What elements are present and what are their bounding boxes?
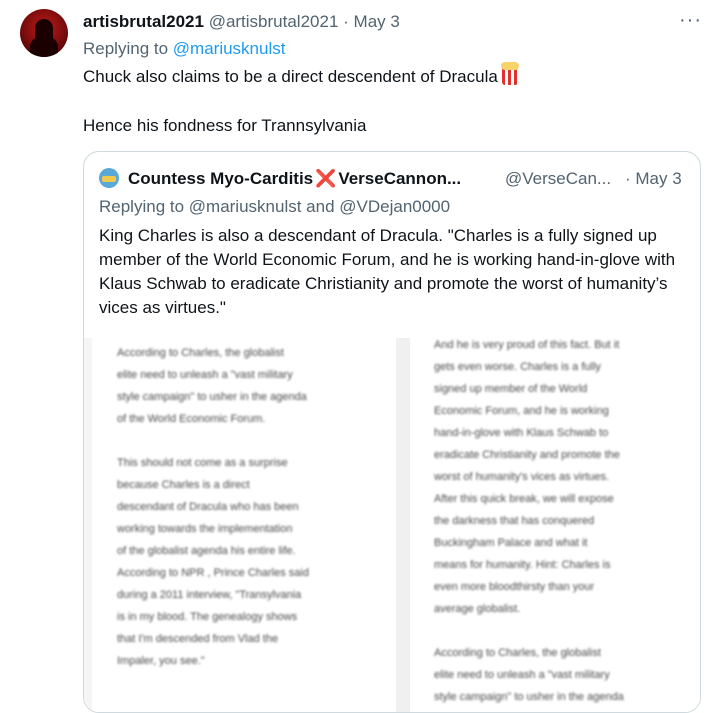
author-handle[interactable]: @artisbrutal2021 [209, 12, 339, 31]
media-left-line: According to NPR , Prince Charles said [117, 567, 309, 579]
header-separator: · [343, 12, 349, 31]
quoted-tweet[interactable]: Countess Myo-Carditis ❌ VerseCannon... @Ve… [83, 151, 701, 713]
media-left-line: of the World Economic Forum. [117, 413, 266, 425]
media-right-line: the darkness that has conquered [434, 515, 595, 527]
media-left-line: This should not come as a surprise [117, 457, 288, 469]
media-left-line: during a 2011 interview, "Transylvania [117, 589, 302, 601]
media-left-line: that I'm descended from Vlad the [117, 633, 279, 645]
replying-prefix: Replying to [83, 39, 173, 58]
red-x-icon: ❌ [315, 169, 337, 188]
quoted-handle[interactable]: @VerseCan... [505, 169, 611, 189]
tweet-text-1: Chuck also claims to be a direct descend… [83, 67, 498, 86]
popcorn-icon [500, 62, 519, 85]
media-right-line: And he is very proud of this fact. But i… [434, 339, 620, 351]
media-left-line: of the globalist agenda his entire life. [117, 545, 296, 557]
quoted-avatar[interactable] [99, 168, 119, 188]
quoted-text: King Charles is also a descendant of Dra… [99, 226, 676, 317]
media-left-line: elite need to unleash a "vast military [117, 369, 293, 381]
replying-to: Replying to @mariusknulst [83, 39, 285, 59]
media-left-line: is in my blood. The genealogy shows [117, 611, 298, 623]
media-right-line: After this quick break, we will expose [434, 493, 614, 505]
media-right-line: even more bloodthirsty than your [434, 581, 595, 593]
tweet-date[interactable]: May 3 [354, 12, 400, 31]
quoted-author-name[interactable]: Countess Myo-Carditis [128, 169, 313, 188]
media-right-line: means for humanity. Hint: Charles is [434, 559, 611, 571]
media-right-line: average globalist. [434, 603, 521, 615]
media-left-line [117, 430, 309, 452]
media-text-column-right: And he is very proud of this fact. But i… [434, 334, 624, 712]
media-left-line: Impaler, you see." [117, 655, 205, 667]
media-right-line: eradicate Christianity and promote the [434, 449, 620, 461]
tweet-text-line-2: Hence his fondness for Trannsylvania [83, 116, 367, 135]
quoted-author-name-suffix[interactable]: VerseCannon... [338, 169, 461, 188]
media-right-line: hand-in-glove with Klaus Schwab to [434, 427, 609, 439]
media-right-line: of the World Economic Forum. [434, 708, 624, 712]
media-right-line: Economic Forum, and he is working [434, 405, 609, 417]
quoted-date[interactable]: · May 3 [625, 169, 682, 189]
media-right-line: worst of humanity's vices as virtues. [434, 471, 610, 483]
media-left-edge [84, 338, 92, 712]
quoted-replying-to: Replying to @mariusknulst and @VDejan000… [99, 197, 451, 216]
author-name[interactable]: artisbrutal2021 [83, 12, 204, 31]
tweet-header: artisbrutal2021 @artisbrutal2021 · May 3 [83, 12, 400, 32]
media-left-line: descendant of Dracula who has been [117, 501, 299, 513]
media-right-line: gets even worse. Charles is a fully [434, 361, 601, 373]
more-options-icon[interactable]: ··· [679, 9, 702, 32]
media-left-line: style campaign" to usher in the agenda [117, 391, 307, 403]
media-right-line: elite need to unleash a "vast military [434, 669, 610, 681]
media-left-line: According to Charles, the globalist [117, 347, 284, 359]
tweet-text-line-1: Chuck also claims to be a direct descend… [83, 62, 519, 88]
media-right-line: style campaign" to usher in the agenda [434, 691, 624, 703]
media-divider [396, 338, 410, 712]
media-left-line: working towards the implementation [117, 523, 293, 535]
media-left-line: because Charles is a direct [117, 479, 250, 491]
media-right-line [434, 620, 624, 642]
avatar-figure-body [30, 37, 58, 57]
replying-to-link[interactable]: @mariusknulst [173, 39, 286, 58]
tweet: artisbrutal2021 @artisbrutal2021 · May 3… [0, 0, 717, 713]
media-text-column-left: According to Charles, the globalist elite… [117, 342, 309, 672]
media-right-line: signed up member of the World [434, 383, 588, 395]
media-right-line: According to Charles, the globalist [434, 647, 601, 659]
quoted-header: Countess Myo-Carditis ❌ VerseCannon... [128, 169, 461, 189]
media-right-line: Buckingham Palace and what it [434, 537, 588, 549]
avatar[interactable] [20, 9, 68, 57]
quoted-media-image[interactable]: According to Charles, the globalist elite… [84, 338, 700, 712]
